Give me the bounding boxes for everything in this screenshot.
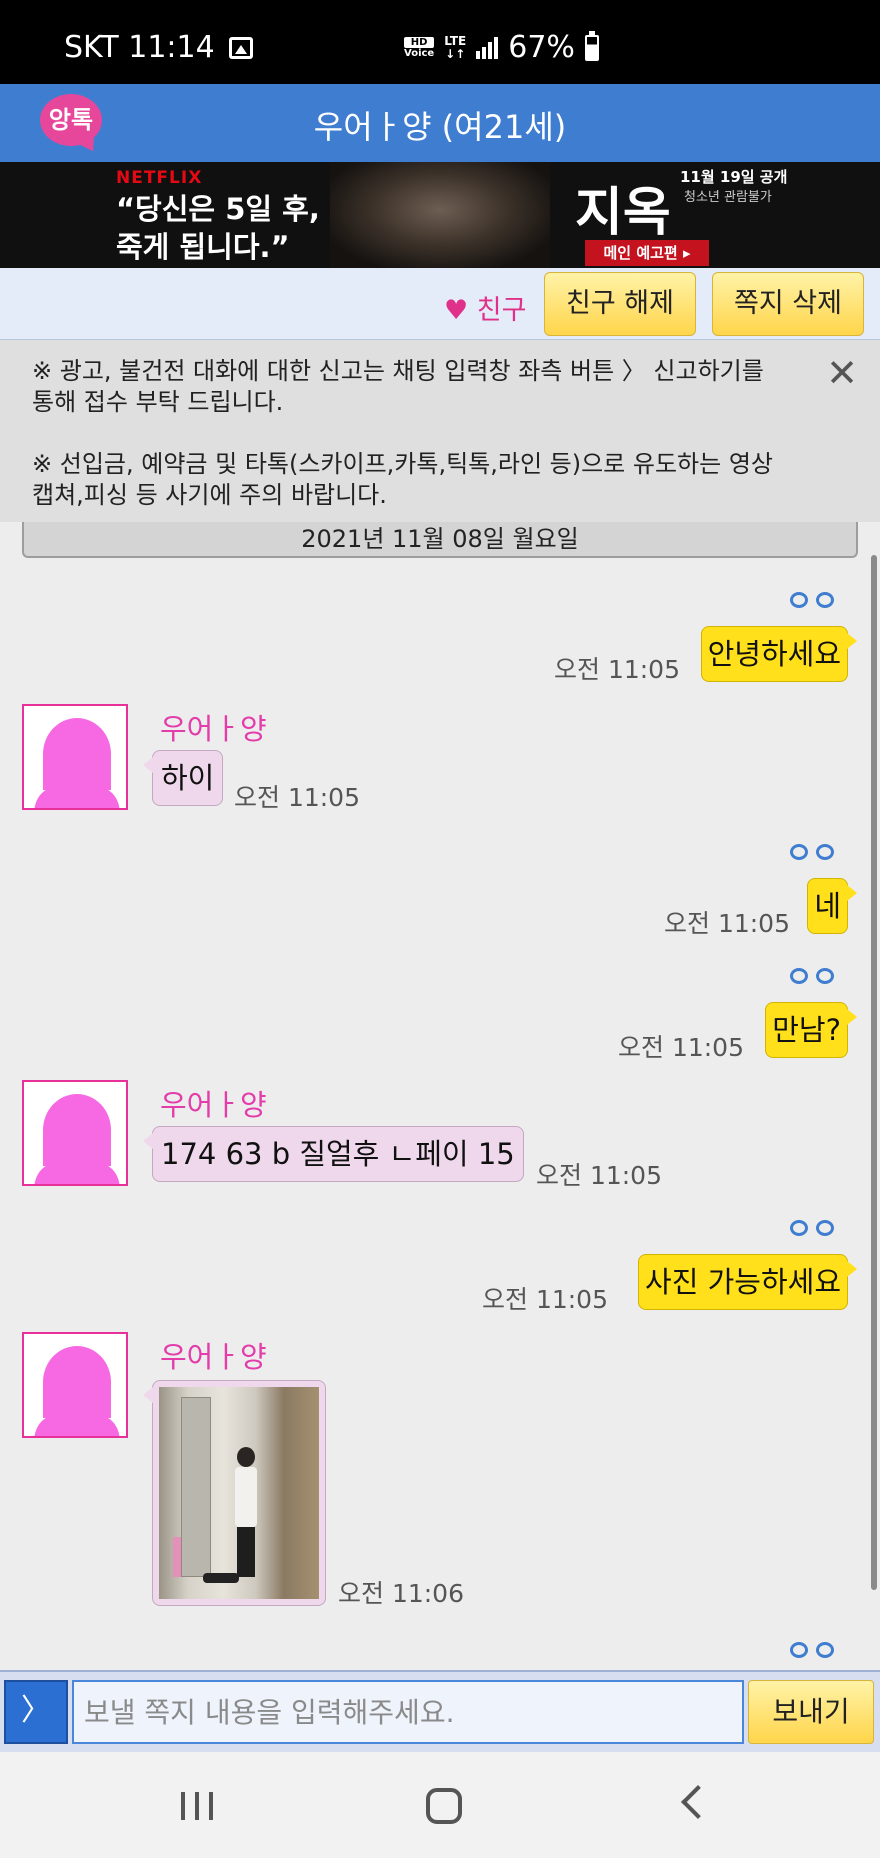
banner-brand: NETFLIX: [116, 168, 203, 188]
send-button[interactable]: 보내기: [748, 1680, 874, 1744]
read-indicator-icon: [786, 844, 834, 862]
status-bar: SKT 11:14 HD Voice LTE ↓↑ 67%: [0, 0, 880, 84]
back-icon[interactable]: [681, 1785, 715, 1819]
my-message-bubble[interactable]: 네: [807, 878, 857, 934]
banner-quote-line2: 죽게 됩니다.”: [116, 230, 290, 264]
sender-name: 우어ㅏ양: [160, 712, 267, 746]
sender-name: 우어ㅏ양: [160, 1088, 267, 1122]
message-time: 오전 11:05: [234, 783, 360, 812]
message-time: 오전 11:05: [536, 1161, 662, 1190]
recent-apps-icon[interactable]: [181, 1792, 213, 1820]
read-indicator-icon: [786, 1220, 834, 1238]
banner-date: 11월 19일 공개: [680, 168, 788, 186]
hd-voice-icon: HD Voice: [404, 36, 435, 59]
voice-label: Voice: [404, 47, 435, 59]
friend-bar: ♥ 친구 친구 해제 쪽지 삭제: [0, 268, 880, 340]
message-time: 오전 11:05: [618, 1033, 744, 1062]
message-time: 오전 11:05: [482, 1285, 608, 1314]
banner-rating: 청소년 관람불가: [684, 190, 772, 205]
unfriend-button[interactable]: 친구 해제: [544, 272, 696, 336]
female-silhouette-icon: [34, 718, 120, 808]
title-bar: 앙톡 우어ㅏ양 (여21세): [0, 84, 880, 162]
their-message-bubble[interactable]: 하이: [142, 750, 224, 806]
avatar[interactable]: [22, 1332, 128, 1438]
photo-thumbnail[interactable]: [159, 1387, 319, 1599]
status-right: HD Voice LTE ↓↑ 67%: [404, 30, 599, 65]
lte-icon: LTE ↓↑: [444, 33, 467, 61]
status-left: SKT 11:14: [64, 30, 253, 65]
my-message-bubble[interactable]: 안녕하세요: [700, 626, 858, 682]
banner-quote-line1: “당신은 5일 후,: [116, 192, 320, 226]
banner-image: [330, 162, 550, 268]
read-indicator-icon: [786, 968, 834, 986]
female-silhouette-icon: [34, 1094, 120, 1184]
message-input[interactable]: [72, 1680, 744, 1744]
read-indicator-icon: [786, 1642, 834, 1660]
female-silhouette-icon: [34, 1346, 120, 1436]
avatar[interactable]: [22, 1080, 128, 1186]
carrier-time: SKT 11:14: [64, 30, 215, 65]
friend-status: ♥ 친구: [444, 295, 527, 326]
date-divider: 2021년 11월 08일 월요일: [22, 522, 858, 558]
my-message-bubble[interactable]: 만남?: [765, 1002, 857, 1058]
avatar[interactable]: [22, 704, 128, 810]
message-time: 오전 11:05: [554, 655, 680, 684]
page-title: 우어ㅏ양 (여21세): [313, 108, 567, 146]
banner-cta[interactable]: 메인 예고편 ▸: [585, 240, 709, 266]
sender-name: 우어ㅏ양: [160, 1340, 267, 1374]
lte-label: LTE: [444, 33, 467, 48]
their-message-bubble[interactable]: 174 63 b 질얼후 ㄴ페이 15: [143, 1126, 524, 1182]
hd-label: HD: [404, 36, 435, 48]
message-time: 오전 11:06: [338, 1579, 464, 1608]
ad-banner[interactable]: NETFLIX “당신은 5일 후, 죽게 됩니다.” 지옥 11월 19일 공…: [0, 162, 880, 268]
notice-line-report: ※ 광고, 불건전 대화에 대한 신고는 채팅 입력창 좌측 버튼 〉 신고하기…: [32, 357, 764, 416]
report-menu-button[interactable]: 〉: [4, 1680, 68, 1744]
close-icon[interactable]: ✕: [826, 354, 858, 392]
input-bar: 〉 보내기: [0, 1670, 880, 1752]
chat-scrollbar[interactable]: [871, 555, 877, 1590]
battery-icon: [584, 30, 599, 61]
photo-message-bubble[interactable]: [143, 1380, 326, 1606]
signal-icon: [476, 36, 499, 59]
message-time: 오전 11:05: [664, 909, 790, 938]
battery-percent: 67%: [508, 30, 575, 65]
banner-quote: “당신은 5일 후, 죽게 됩니다.”: [116, 190, 320, 266]
gallery-icon: [228, 36, 253, 59]
delete-message-button[interactable]: 쪽지 삭제: [712, 272, 864, 336]
notice-line-fraud: ※ 선입금, 예약금 및 타톡(스카이프,카톡,틱톡,라인 등)으로 유도하는 …: [32, 450, 773, 509]
banner-title: 지옥: [575, 182, 671, 243]
home-icon[interactable]: [426, 1788, 462, 1824]
my-message-bubble[interactable]: 사진 가능하세요: [638, 1254, 857, 1310]
notice-panel: ※ 광고, 불건전 대화에 대한 신고는 채팅 입력창 좌측 버튼 〉 신고하기…: [0, 340, 880, 522]
read-indicator-icon: [786, 592, 834, 610]
system-nav-bar: [0, 1752, 880, 1858]
lte-arrows: ↓↑: [445, 46, 466, 61]
